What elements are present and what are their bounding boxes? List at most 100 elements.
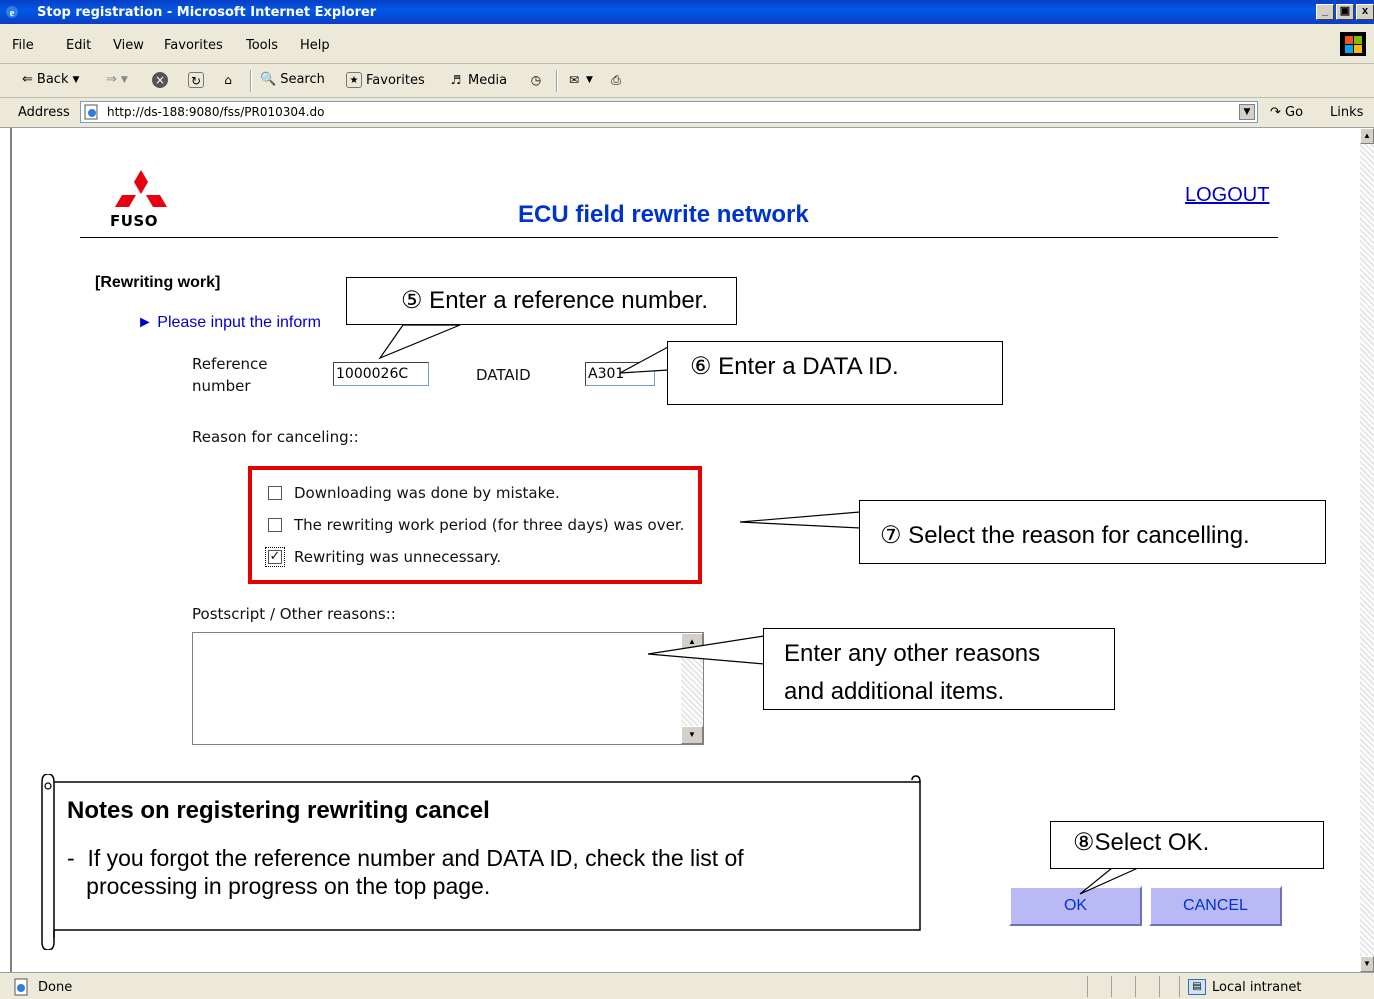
address-input[interactable]: http://ds-188:9080/fss/PR010304.do ▼ [80,101,1258,123]
callout-other-line1: Enter any other reasons [784,640,1041,667]
dataid-label: DATAID [476,366,531,384]
search-button[interactable]: 🔍 Search [260,72,325,87]
toolbar-separator [250,70,252,92]
fuso-logo-text: FUSO [110,212,158,230]
reason-unnecessary-label: Rewriting was unnecessary. [294,548,502,566]
maximize-button[interactable]: ▣ [1336,4,1354,20]
page-done-icon [14,978,28,996]
mail-icon: ✉ [568,73,580,87]
reason-label: Reason for canceling:: [192,428,359,446]
instruction-text: ► Please input the inform [137,314,321,331]
callout-other-reasons: Enter any other reasons and additional i… [763,628,1115,710]
reason-unnecessary-checkbox[interactable]: ✓ [265,547,285,567]
favorites-label: Favorites [366,72,425,88]
window-controls: _ ▣ x [1314,4,1374,20]
history-icon: ◷ [530,73,542,87]
security-zone: ▤ Local intranet [1188,979,1301,995]
header-divider [80,237,1278,238]
reference-number-label-line1: Reference [192,355,268,373]
windows-logo-icon [1340,32,1366,56]
forward-arrow-icon: ⇒ [106,72,117,87]
history-button[interactable]: ◷ [528,72,544,88]
dropdown-icon: ▼ [120,74,128,85]
menu-bar: File Edit View Favorites Tools Help [0,24,1374,64]
textarea-scroll-up-icon[interactable]: ▲ [681,633,703,651]
go-button[interactable]: ↷ Go [1270,105,1303,120]
textarea-scrollbar[interactable]: ▲ ▼ [681,633,703,744]
notes-line2: processing in progress on the top page. [67,873,491,899]
menu-help[interactable]: Help [300,38,330,53]
reason-mistake-checkbox[interactable] [268,486,282,500]
reason-option-mistake[interactable]: Downloading was done by mistake. [268,484,560,502]
status-bar: Done ▤ Local intranet [0,972,1374,999]
status-panel [1135,976,1159,997]
status-panel [1087,976,1111,997]
status-panel [1159,976,1179,997]
search-icon: 🔍 [260,72,277,87]
refresh-button[interactable]: ↻ [188,72,204,88]
media-icon: ♬ [450,73,462,87]
maximize-icon: ▣ [1339,5,1351,17]
internet-explorer-icon: e [6,6,18,19]
ok-button[interactable]: OK [1009,886,1142,926]
menu-favorites[interactable]: Favorites [164,38,223,53]
callout-reference-number: ⑤ Enter a reference number. [346,277,737,325]
callout-reason: ⑦ Select the reason for cancelling. [859,500,1326,564]
favorites-button[interactable]: ★ Favorites [346,72,425,88]
page-icon [84,104,98,120]
go-label: Go [1285,105,1304,120]
postscript-label: Postscript / Other reasons:: [192,605,396,623]
callout-dataid: ⑥ Enter a DATA ID. [667,341,1003,405]
media-label: Media [468,72,508,88]
textarea-scroll-down-icon[interactable]: ▼ [681,726,703,744]
scroll-up-icon[interactable]: ▲ [1360,128,1374,144]
dropdown-icon: ▼ [72,74,80,85]
window-title-bar: e Stop registration - Microsoft Internet… [0,0,1374,24]
home-button[interactable]: ⌂ [220,72,236,88]
status-panel [1111,976,1135,997]
address-dropdown-icon[interactable]: ▼ [1239,104,1255,120]
menu-view[interactable]: View [113,38,144,53]
dataid-input[interactable]: A301 [585,362,655,386]
zone-label: Local intranet [1212,979,1302,995]
reason-period-over-label: The rewriting work period (for three day… [294,516,685,534]
cancel-button[interactable]: CANCEL [1149,886,1282,926]
forward-button[interactable]: ⇒ ▼ [106,72,128,87]
standard-toolbar: ⇐ Back ▼ ⇒ ▼ × ↻ ⌂ 🔍 Search ★ Favorites … [0,64,1374,98]
back-button[interactable]: ⇐ Back ▼ [22,72,79,87]
page-title: ECU field rewrite network [518,201,809,228]
links-button[interactable]: Links [1330,105,1363,120]
menu-edit[interactable]: Edit [66,38,91,53]
logout-link[interactable]: LOGOUT [1185,184,1269,207]
reason-period-over-checkbox[interactable] [268,518,282,532]
reason-option-period-over[interactable]: The rewriting work period (for three day… [268,516,684,534]
reference-number-input[interactable]: 1000026C [333,362,429,386]
address-label: Address [18,105,70,120]
dropdown-icon: ▼ [586,75,593,85]
favorites-star-icon: ★ [346,72,362,88]
postscript-textarea[interactable]: ▲ ▼ [192,632,704,745]
stop-button[interactable]: × [152,72,168,88]
toolbar-separator [556,70,558,92]
intranet-icon: ▤ [1188,979,1206,995]
back-arrow-icon: ⇐ [22,72,33,87]
status-text: Done [38,980,73,995]
callout-other-line2: and additional items. [784,678,1005,705]
media-button[interactable]: ♬ Media [448,72,507,88]
scroll-down-icon[interactable]: ▼ [1360,956,1374,972]
menu-tools[interactable]: Tools [246,38,278,53]
menu-file[interactable]: File [12,38,34,53]
search-label: Search [280,72,325,87]
print-button[interactable]: ⎙ [608,72,624,88]
minimize-button[interactable]: _ [1316,4,1334,20]
mail-button[interactable]: ✉ ▼ [566,72,593,88]
reason-option-unnecessary[interactable]: ✓ Rewriting was unnecessary. [265,547,502,567]
vertical-scrollbar[interactable]: ▲ ▼ [1360,128,1374,972]
reference-number-label-line2: number [192,377,251,395]
stop-icon: × [152,72,168,88]
notes-line1: - If you forgot the reference number and… [67,845,744,871]
close-button[interactable]: x [1356,4,1374,20]
go-arrow-icon: ↷ [1270,105,1281,120]
address-bar: Address http://ds-188:9080/fss/PR010304.… [0,98,1374,128]
notes-title: Notes on registering rewriting cancel [67,797,490,824]
